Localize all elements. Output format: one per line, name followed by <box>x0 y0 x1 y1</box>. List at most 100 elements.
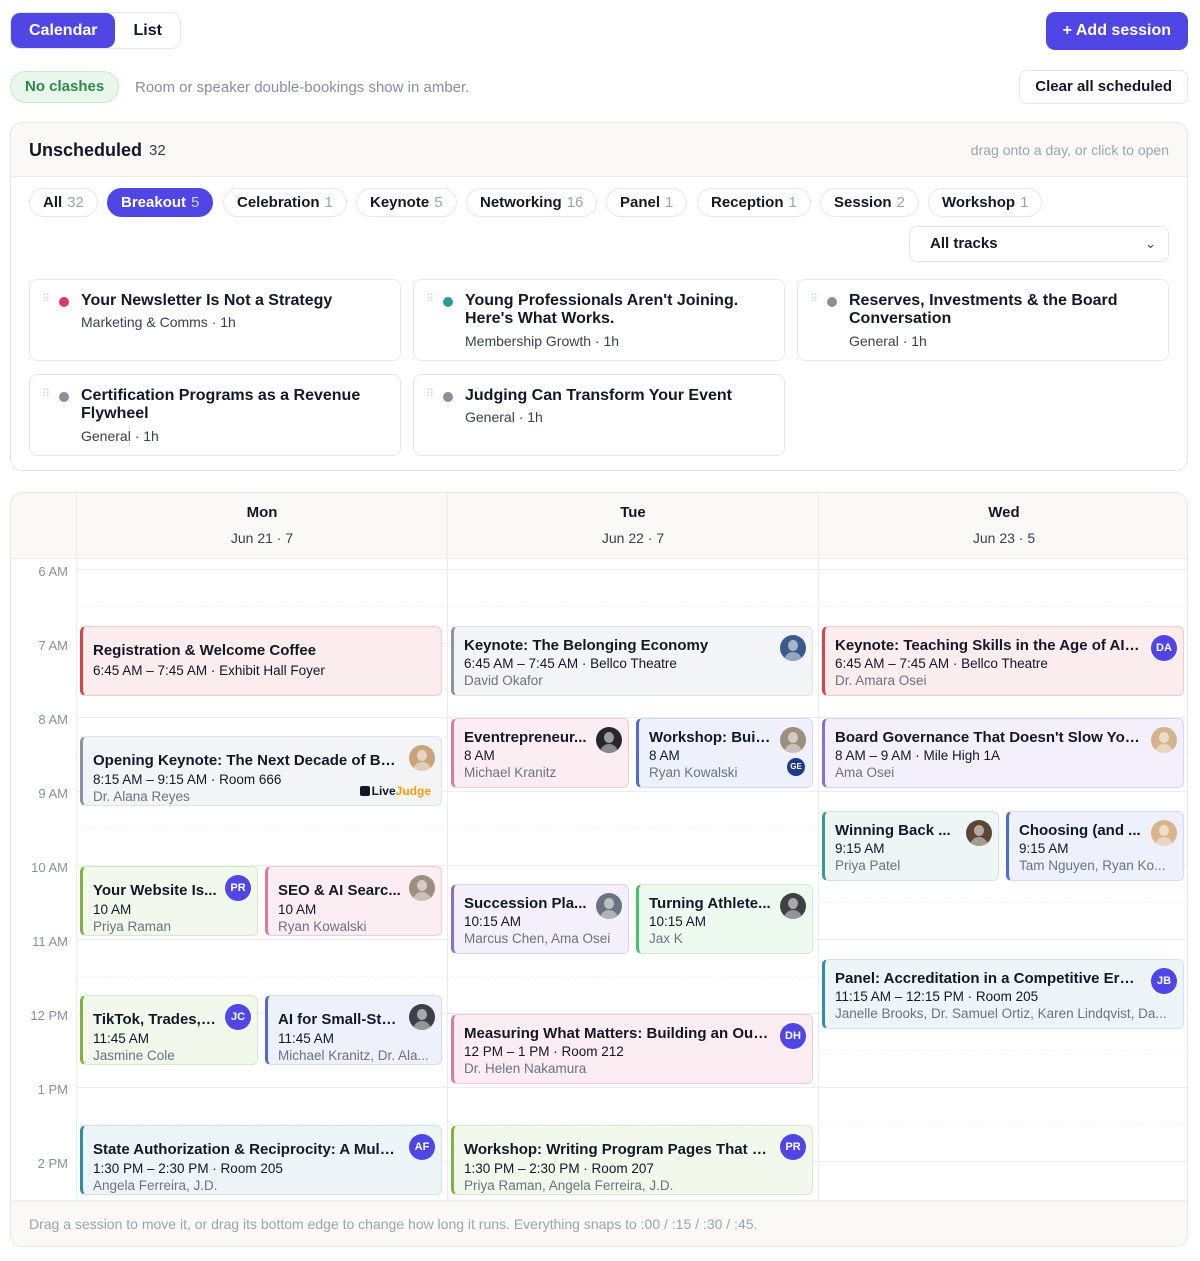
speaker-avatar: PR <box>780 1134 806 1160</box>
event-speakers: Ryan Kowalski <box>649 765 738 780</box>
view-toggle: Calendar List <box>10 12 181 49</box>
filter-chip-celebration[interactable]: Celebration 1 <box>223 188 347 217</box>
event-block[interactable]: SEO & AI Searc... 10 AM Ryan Kowalski <box>265 866 442 936</box>
event-block[interactable]: Board Governance That Doesn't Slow You..… <box>822 718 1184 788</box>
drag-handle-icon[interactable]: ⠿ <box>810 294 818 305</box>
event-block[interactable]: Turning Athlete... 10:15 AM Jax K <box>636 884 813 954</box>
event-time: 8 AM – 9 AM · Mile High 1A <box>835 748 1001 763</box>
chip-count: 1 <box>788 194 797 211</box>
event-title: Workshop: Buil... <box>649 729 772 746</box>
event-title: Keynote: Teaching Skills in the Age of A… <box>835 637 1141 654</box>
hour-line <box>76 1087 1187 1088</box>
event-time: 11:15 AM – 12:15 PM · Room 205 <box>835 989 1039 1004</box>
filter-chip-workshop[interactable]: Workshop 1 <box>928 188 1043 217</box>
drag-handle-icon[interactable]: ⠿ <box>426 294 434 305</box>
event-block[interactable]: AI for Small-Sta... 11:45 AM Michael Kra… <box>265 995 442 1065</box>
event-block[interactable]: Keynote: The Belonging Economy 6:45 AM –… <box>451 626 813 696</box>
chip-label: Panel <box>620 194 661 211</box>
event-time: 6:45 AM – 7:45 AM · Exhibit Hall Foyer <box>93 663 325 678</box>
event-speakers: Priya Patel <box>835 858 901 873</box>
card-title: Certification Programs as a Revenue Flyw… <box>81 387 361 422</box>
event-title: Panel: Accreditation in a Competitive Er… <box>835 970 1141 987</box>
event-title: Measuring What Matters: Building an Out.… <box>464 1025 770 1042</box>
event-title: AI for Small-Sta... <box>278 1011 401 1028</box>
clash-status-badge: No clashes <box>10 71 120 103</box>
card-meta: General · 1h <box>81 428 159 444</box>
track-select[interactable]: All tracks ⌄ <box>909 226 1169 262</box>
filter-chip-session[interactable]: Session 2 <box>820 188 919 217</box>
filter-chip-keynote[interactable]: Keynote 5 <box>356 188 457 217</box>
chip-label: All <box>43 194 63 211</box>
chip-label: Workshop <box>942 194 1016 211</box>
chip-label: Session <box>834 194 892 211</box>
add-session-button[interactable]: + Add session <box>1045 12 1188 50</box>
drag-handle-icon[interactable]: ⠿ <box>426 389 434 400</box>
time-label: 1 PM <box>37 1082 68 1097</box>
drag-handle-icon[interactable]: ⠿ <box>42 389 50 400</box>
event-title: Your Website Is... <box>93 882 217 899</box>
day-date: Jun 23 · 5 <box>972 530 1036 546</box>
time-label: 8 AM <box>38 712 68 727</box>
event-block[interactable]: Succession Pla... 10:15 AM Marcus Chen, … <box>451 884 629 954</box>
card-meta: General · 1h <box>849 333 927 349</box>
event-block[interactable]: Your Website Is... 10 AM Priya Raman PR <box>80 866 258 936</box>
day-header-tue: Tue Jun 22 · 7 <box>447 493 818 559</box>
event-time: 10 AM <box>93 902 132 917</box>
time-label: 7 AM <box>38 638 68 653</box>
event-time: 9:15 AM <box>835 841 885 856</box>
event-speakers: Michael Kranitz <box>464 765 557 780</box>
event-speakers: Tam Nguyen, Ryan Ko... <box>1019 858 1166 873</box>
event-block[interactable]: Choosing (and ... 9:15 AM Tam Nguyen, Ry… <box>1006 811 1184 881</box>
event-block[interactable]: TikTok, Trades, ... 11:45 AM Jasmine Col… <box>80 995 258 1065</box>
column-divider <box>76 559 77 1200</box>
day-date: Jun 21 · 7 <box>230 530 294 546</box>
event-time: 11:45 AM <box>278 1031 335 1046</box>
event-block[interactable]: Workshop: Buil... 8 AM Ryan Kowalski GE <box>636 718 813 788</box>
drag-handle-icon[interactable]: ⠿ <box>42 294 50 305</box>
event-block[interactable]: Registration & Welcome Coffee 6:45 AM – … <box>80 626 442 696</box>
speaker-avatar: DA <box>1151 635 1177 661</box>
event-block[interactable]: Panel: Accreditation in a Competitive Er… <box>822 959 1184 1029</box>
unscheduled-card[interactable]: ⠿ Certification Programs as a Revenue Fl… <box>29 374 401 456</box>
time-label: 11 AM <box>32 934 68 949</box>
list-view-tab[interactable]: List <box>115 13 179 48</box>
day-date: Jun 22 · 7 <box>601 530 665 546</box>
calendar-grid: Mon Jun 21 · 7 Tue Jun 22 · 7 Wed Jun 23… <box>10 492 1188 1247</box>
unscheduled-card[interactable]: ⠿ Judging Can Transform Your Event Gener… <box>413 374 785 456</box>
time-label: 10 AM <box>31 860 68 875</box>
event-block[interactable]: State Authorization & Reciprocity: A Mul… <box>80 1125 442 1195</box>
half-hour-line <box>76 606 1187 607</box>
event-title: Turning Athlete... <box>649 895 771 912</box>
track-dot <box>443 297 453 307</box>
day-name: Tue <box>620 504 646 521</box>
event-block[interactable]: Keynote: Teaching Skills in the Age of A… <box>822 626 1184 696</box>
unscheduled-card[interactable]: ⠿ Reserves, Investments & the Board Conv… <box>797 279 1169 361</box>
event-block[interactable]: Workshop: Writing Program Pages That P..… <box>451 1125 813 1195</box>
event-block[interactable]: Winning Back ... 9:15 AM Priya Patel <box>822 811 999 881</box>
day-name: Mon <box>246 504 278 521</box>
event-speakers: Janelle Brooks, Dr. Samuel Ortiz, Karen … <box>835 1006 1167 1021</box>
hour-line <box>76 569 1187 570</box>
time-label: 12 PM <box>30 1008 68 1023</box>
filter-chip-networking[interactable]: Networking 16 <box>466 188 598 217</box>
event-block[interactable]: Eventrepreneur... 8 AM Michael Kranitz <box>451 718 629 788</box>
unscheduled-card[interactable]: ⠿ Young Professionals Aren't Joining. He… <box>413 279 785 361</box>
chip-label: Reception <box>711 194 784 211</box>
speaker-avatar <box>1151 727 1177 753</box>
filter-chip-panel[interactable]: Panel 1 <box>606 188 688 217</box>
unscheduled-card[interactable]: ⠿ Your Newsletter Is Not a Strategy Mark… <box>29 279 401 361</box>
speaker-avatar: JB <box>1151 968 1177 994</box>
filter-chip-breakout[interactable]: Breakout 5 <box>107 188 214 217</box>
filter-chip-reception[interactable]: Reception 1 <box>697 188 811 217</box>
filter-chip-all[interactable]: All 32 <box>29 188 98 217</box>
clear-all-scheduled-button[interactable]: Clear all scheduled <box>1019 70 1188 104</box>
calendar-view-tab[interactable]: Calendar <box>11 13 116 48</box>
event-speakers: Dr. Helen Nakamura <box>464 1061 587 1076</box>
unscheduled-header: Unscheduled 32 drag onto a day, or click… <box>11 123 1187 177</box>
event-title: Board Governance That Doesn't Slow You..… <box>835 729 1141 746</box>
chip-label: Breakout <box>121 194 187 211</box>
event-speakers: Priya Raman <box>93 919 172 934</box>
event-block[interactable]: Opening Keynote: The Next Decade of Be..… <box>80 736 442 806</box>
chip-label: Networking <box>480 194 562 211</box>
event-block[interactable]: Measuring What Matters: Building an Out.… <box>451 1014 813 1084</box>
